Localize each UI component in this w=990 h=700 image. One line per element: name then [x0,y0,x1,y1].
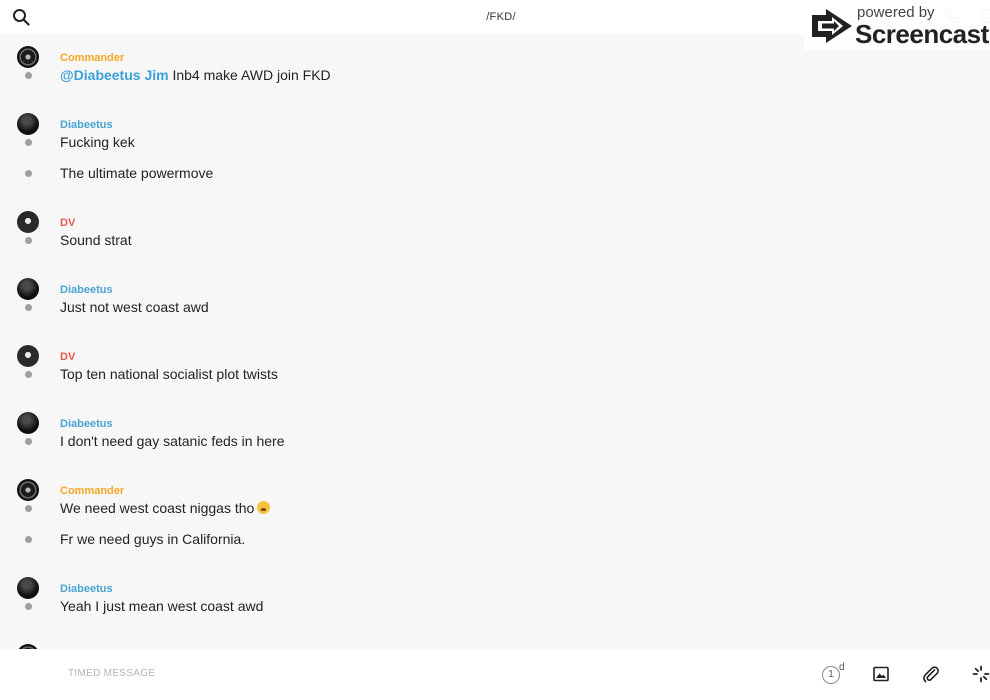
message-bullet [25,72,32,79]
message-bullet [25,505,32,512]
user-mention[interactable]: @Diabeetus Jim [60,67,169,83]
message-bullet [25,139,32,146]
image-icon[interactable] [873,666,889,682]
loading-spinner-icon[interactable] [972,665,990,683]
message-author[interactable]: Diabeetus [60,418,113,430]
message-body: Sound strat [60,232,132,248]
message-row[interactable]: Sound strat [0,230,990,252]
message-bullet [25,170,32,177]
message-author[interactable]: DV [60,217,75,229]
message-text: The ultimate powermove [60,165,213,181]
message-row[interactable]: I don't need gay satanic feds in here [0,431,990,453]
message-body: Fr we need guys in California. [60,531,246,547]
composer-bar: TIMED MESSAGE 1 d [0,649,990,700]
message-row[interactable]: The ultimate powermove [0,163,990,185]
message-body: Yeah I just mean west coast awd [60,598,264,614]
message-text: Fucking kek [60,134,135,150]
timer-unit: d [839,662,845,673]
message-body: We need west coast niggas tho [60,500,255,516]
message-text: Sound strat [60,232,132,248]
message-bullet [25,371,32,378]
message-author[interactable]: Commander [60,52,124,64]
message-bullet [25,304,32,311]
message-author[interactable]: Diabeetus [60,583,113,595]
message-text: I don't need gay satanic feds in here [60,433,285,449]
weary-face-icon [257,501,271,514]
message-body: The ultimate powermove [60,165,214,181]
timed-message-input[interactable]: TIMED MESSAGE [68,668,155,679]
message-row[interactable]: We need west coast niggas tho [0,498,990,520]
message-list: Commander @Diabeetus Jim Inb4 make AWD jo… [0,34,990,681]
message-row[interactable]: @Diabeetus Jim Inb4 make AWD join FKD [0,65,990,87]
message-row[interactable]: Fucking kek [0,132,990,154]
message-author[interactable]: Diabeetus [60,284,113,296]
message-text: Just not west coast awd [60,299,209,315]
message-author[interactable]: Diabeetus [60,119,113,131]
paperclip-icon[interactable] [922,665,940,683]
message-body: I don't need gay satanic feds in here [60,433,285,449]
message-bullet [25,237,32,244]
message-text: @Diabeetus Jim Inb4 make AWD join FKD [60,67,331,83]
message-row[interactable]: Top ten national socialist plot twists [0,364,990,386]
message-bullet [25,438,32,445]
message-text: Yeah I just mean west coast awd [60,598,263,614]
message-body: Fucking kek [60,134,135,150]
message-text: We need west coast niggas tho [60,500,271,516]
message-body: Just not west coast awd [60,299,209,315]
timer-value: 1 [822,666,840,684]
message-text: Top ten national socialist plot twists [60,366,278,382]
message-author[interactable]: Commander [60,485,124,497]
message-bullet [25,603,32,610]
message-body: Top ten national socialist plot twists [60,366,278,382]
message-row[interactable]: Just not west coast awd [0,297,990,319]
message-author[interactable]: DV [60,351,75,363]
message-text: Fr we need guys in California. [60,531,245,547]
message-timer-button[interactable]: 1 d [822,662,846,686]
message-body: Inb4 make AWD join FKD [168,67,331,83]
message-row[interactable]: Fr we need guys in California. [0,529,990,551]
message-row[interactable]: Yeah I just mean west coast awd [0,596,990,618]
message-bullet [25,536,32,543]
